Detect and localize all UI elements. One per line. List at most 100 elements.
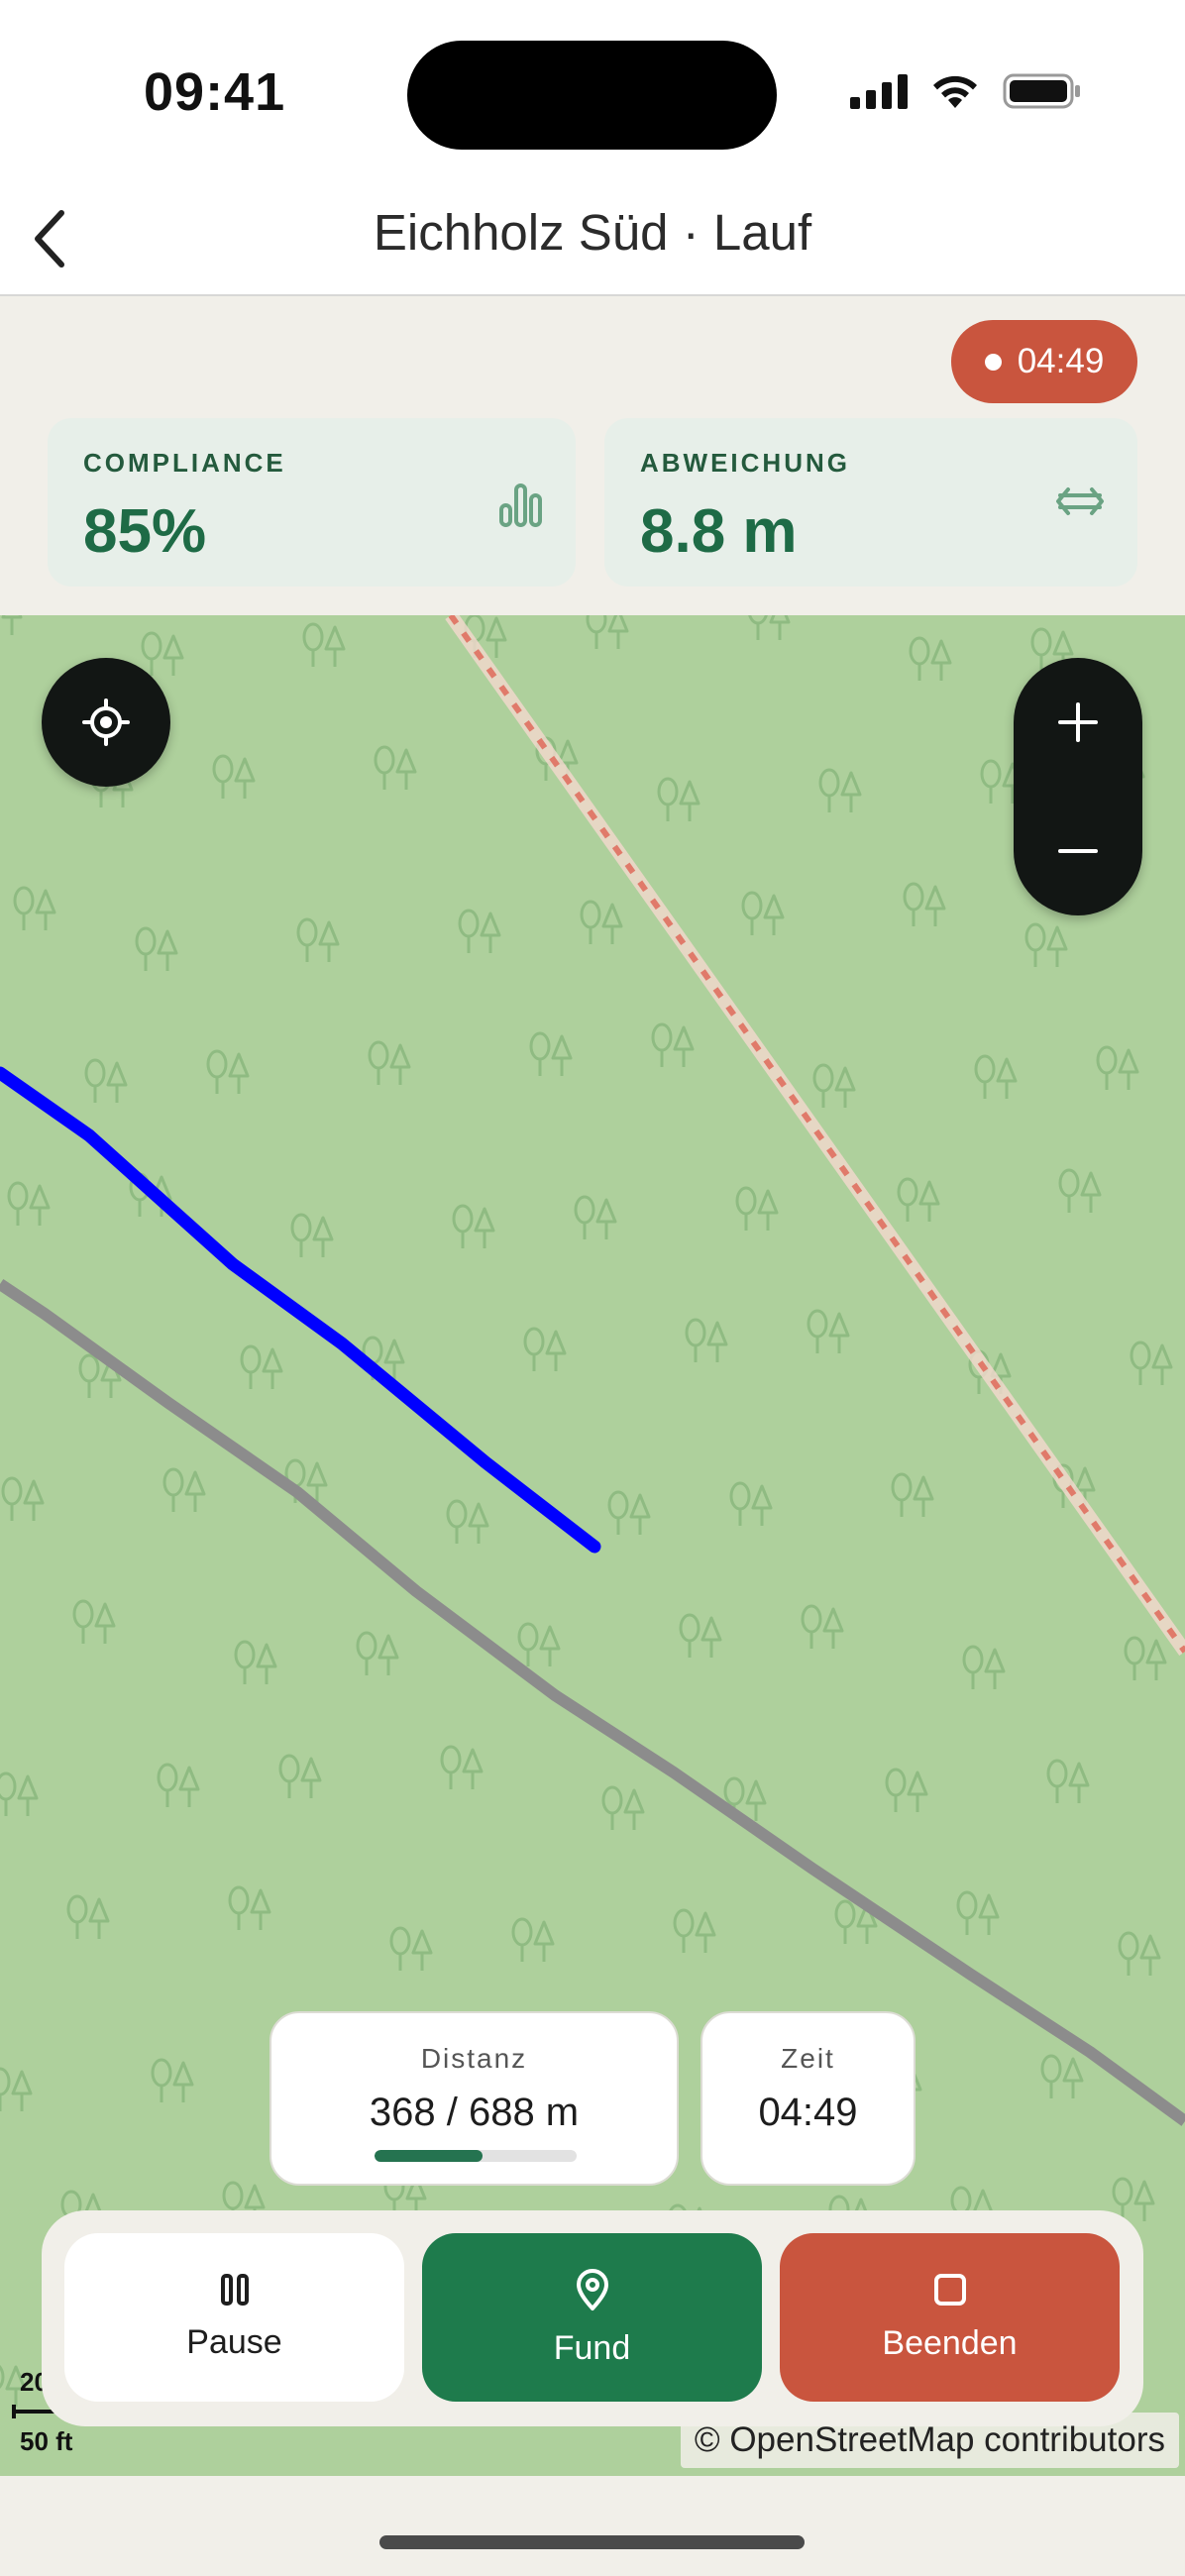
map-pin-icon xyxy=(576,2268,608,2310)
time-card: Zeit 04:49 xyxy=(700,2011,916,2186)
status-time: 09:41 xyxy=(144,62,286,122)
map-attribution: © OpenStreetMap contributors xyxy=(680,2413,1179,2468)
tree-symbol xyxy=(812,1063,856,1110)
tree-symbol xyxy=(679,1613,722,1660)
distance-card: Distanz 368 / 688 m xyxy=(269,2011,679,2186)
locate-me-button[interactable] xyxy=(42,658,170,787)
tree-symbol xyxy=(651,1022,695,1069)
tree-symbol xyxy=(141,631,184,678)
tree-symbol xyxy=(517,1622,561,1668)
recording-timer-badge: 04:49 xyxy=(951,320,1137,403)
compliance-card: COMPLIANCE 85% xyxy=(48,418,576,587)
distance-progress-bar xyxy=(375,2150,577,2162)
wifi-icon xyxy=(933,75,977,108)
tree-symbol xyxy=(157,1763,200,1809)
tree-symbol xyxy=(801,1604,844,1651)
stop-label: Beenden xyxy=(882,2323,1018,2362)
app-screen: 09:41 Eichholz Süd · Lauf 04:49 COMPLIAN… xyxy=(0,0,1185,2576)
tree-symbol xyxy=(586,615,629,651)
plus-icon xyxy=(1058,702,1098,742)
tree-symbol xyxy=(974,1054,1018,1101)
tree-symbol xyxy=(607,1490,651,1537)
tree-symbol xyxy=(909,636,952,683)
pause-label: Pause xyxy=(186,2322,282,2361)
action-bar: Pause Fund Beenden xyxy=(42,2210,1143,2426)
tree-symbol xyxy=(368,1040,411,1087)
tree-symbol xyxy=(0,615,23,637)
tree-symbol xyxy=(580,900,623,946)
deviation-card: ABWEICHUNG 8.8 m xyxy=(604,418,1137,587)
recording-dot-icon xyxy=(984,353,1002,371)
time-label: Zeit xyxy=(781,2043,835,2074)
bottom-safe-area xyxy=(0,2476,1185,2576)
tree-symbol xyxy=(206,1049,250,1096)
tree-symbol xyxy=(278,1754,322,1800)
tree-symbol xyxy=(228,1885,271,1932)
tree-symbol xyxy=(66,1894,110,1941)
distance-value: 368 / 688 m xyxy=(369,2091,580,2134)
tree-symbol xyxy=(72,1599,116,1646)
tree-symbol xyxy=(897,1177,940,1224)
tree-symbol xyxy=(747,615,791,642)
map-view[interactable]: Distanz 368 / 688 m Zeit 04:49 20 50 ft xyxy=(0,615,1185,2476)
tree-symbol xyxy=(151,2058,194,2104)
stats-panel: 04:49 COMPLIANCE 85% ABWEICHUNG 8.8 m xyxy=(0,296,1185,615)
tree-symbol xyxy=(84,1058,128,1105)
find-label: Fund xyxy=(553,2328,631,2367)
tree-symbol xyxy=(302,622,346,669)
find-button[interactable]: Fund xyxy=(422,2233,762,2402)
tree-symbol xyxy=(452,1204,495,1250)
tree-symbol xyxy=(574,1195,617,1241)
dynamic-island xyxy=(407,41,777,150)
zoom-in-button[interactable] xyxy=(1014,658,1142,787)
tree-symbol xyxy=(290,1213,334,1259)
bar-chart-icon xyxy=(499,483,542,527)
tree-symbol xyxy=(885,1768,928,1814)
status-icons xyxy=(850,71,1082,111)
tree-symbol xyxy=(440,1745,484,1791)
tree-symbol xyxy=(529,1031,573,1078)
map-canvas xyxy=(0,615,1185,2409)
distance-label: Distanz xyxy=(420,2043,528,2074)
tree-symbol xyxy=(13,886,56,932)
recording-time: 04:49 xyxy=(1017,342,1105,380)
tree-symbol xyxy=(446,1499,489,1546)
stop-icon xyxy=(933,2273,966,2306)
scale-label-bottom: 50 ft xyxy=(20,2426,73,2456)
minus-icon xyxy=(1058,849,1098,853)
tree-symbol xyxy=(891,1472,934,1519)
stop-button[interactable]: Beenden xyxy=(780,2233,1120,2402)
tree-symbol xyxy=(511,1917,555,1964)
tree-symbol xyxy=(7,1181,51,1228)
navigation-header: Eichholz Süd · Lauf xyxy=(0,183,1185,296)
deviation-label: ABWEICHUNG xyxy=(640,448,850,478)
tree-symbol xyxy=(1118,1931,1161,1978)
pause-button[interactable]: Pause xyxy=(64,2233,404,2402)
tree-symbol xyxy=(1058,1168,1102,1215)
tree-symbol xyxy=(458,909,501,955)
tree-symbol xyxy=(729,1481,773,1528)
tree-symbol xyxy=(523,1327,567,1373)
zoom-control xyxy=(1014,658,1142,915)
tree-symbol xyxy=(1024,922,1068,969)
tree-symbol xyxy=(735,1186,779,1233)
tree-symbol xyxy=(212,754,256,801)
home-indicator xyxy=(379,2535,805,2549)
compliance-label: COMPLIANCE xyxy=(83,448,286,478)
tree-symbol xyxy=(0,1771,39,1818)
zoom-out-button[interactable] xyxy=(1014,787,1142,915)
tree-symbol xyxy=(234,1640,277,1686)
tree-symbol xyxy=(356,1631,399,1677)
tree-symbol xyxy=(807,1309,850,1355)
tree-symbol xyxy=(1130,1341,1173,1387)
gps-track xyxy=(0,1066,601,1554)
tree-symbol xyxy=(657,777,700,823)
tree-symbol xyxy=(956,1890,1000,1937)
tree-symbol xyxy=(1040,2054,1084,2100)
tree-symbol xyxy=(240,1344,283,1391)
tree-symbol xyxy=(818,768,862,814)
horizontal-arrows-icon xyxy=(1056,487,1104,515)
tree-symbol xyxy=(374,745,417,792)
tree-symbol xyxy=(162,1467,206,1514)
compliance-value: 85% xyxy=(83,497,207,566)
